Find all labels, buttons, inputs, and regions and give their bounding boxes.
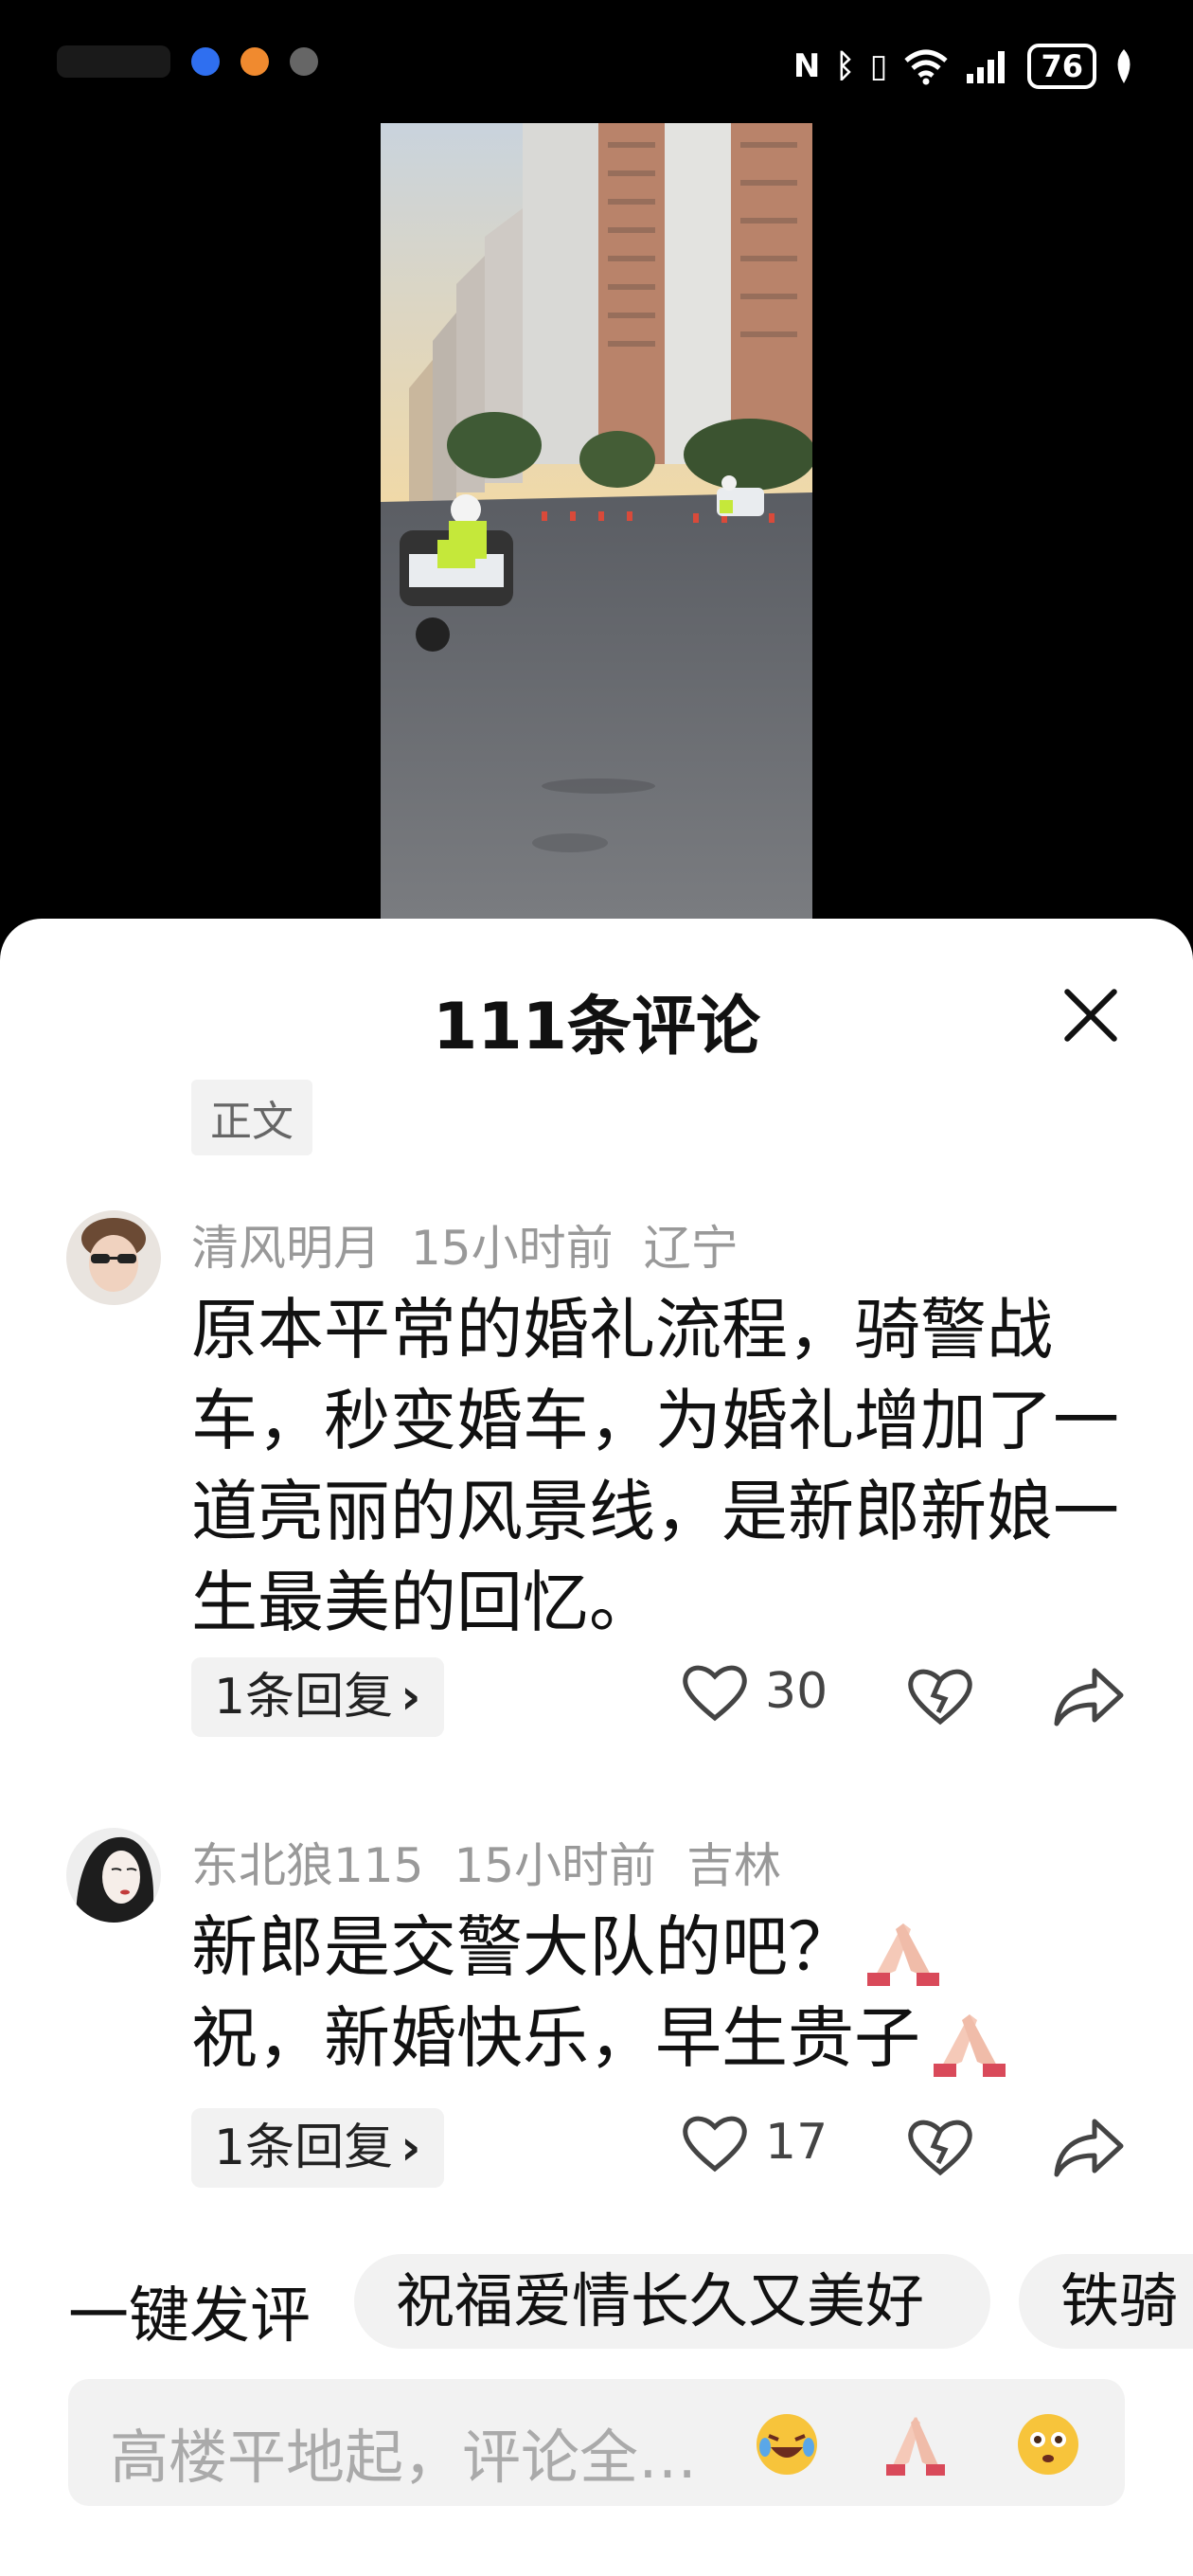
quick-reply-chip[interactable]: 铁骑 xyxy=(1019,2254,1193,2349)
like-button[interactable]: 17 xyxy=(682,2112,828,2173)
comment-time: 15小时前 xyxy=(411,1221,614,1276)
view-replies-button[interactable]: 1条回复 › xyxy=(191,2108,444,2188)
view-replies-button[interactable]: 1条回复 › xyxy=(191,1657,444,1737)
vibrate-icon: ▯ xyxy=(869,47,888,85)
comment-count-title: 111条评论 xyxy=(433,990,760,1064)
app-notification-icon xyxy=(191,47,220,76)
share-button[interactable] xyxy=(1053,1663,1125,1729)
blurred-app-icons xyxy=(57,45,170,78)
share-icon xyxy=(1054,1668,1124,1726)
comment-location: 辽宁 xyxy=(643,1221,739,1276)
dislike-button[interactable] xyxy=(907,2114,973,2180)
main-text-tag[interactable]: 正文 xyxy=(191,1080,312,1155)
signal-icon xyxy=(967,51,1006,83)
comment-text-line: 新郎是交警大队的吧？ xyxy=(191,1902,1138,1993)
comment-username[interactable]: 东北狼115 xyxy=(191,1838,423,1893)
praying-hands-icon[interactable] xyxy=(881,2409,951,2479)
app-notification-icon xyxy=(290,47,318,76)
comment-location: 吉林 xyxy=(686,1838,782,1893)
broken-heart-icon xyxy=(908,1669,972,1726)
laughing-emoji-icon[interactable] xyxy=(752,2409,822,2479)
status-bar: N ᛒ ▯ 76 xyxy=(0,0,1193,123)
comment-meta: 清风明月 15小时前 辽宁 xyxy=(191,1210,769,1279)
like-count: 17 xyxy=(765,2114,828,2171)
leaf-icon xyxy=(1117,49,1131,83)
replies-count: 1条回复 xyxy=(214,2120,394,2176)
avatar[interactable] xyxy=(66,1210,161,1305)
share-button[interactable] xyxy=(1053,2114,1125,2180)
surprised-emoji-icon[interactable] xyxy=(1013,2409,1083,2479)
dislike-button[interactable] xyxy=(907,1663,973,1729)
quick-reply-chip[interactable]: 祝福爱情长久又美好 xyxy=(354,2254,990,2349)
praying-hands-icon xyxy=(867,1923,939,1986)
comment-username[interactable]: 清风明月 xyxy=(191,1221,381,1276)
replies-count: 1条回复 xyxy=(214,1669,394,1726)
video-frame-image xyxy=(381,123,812,919)
like-count: 30 xyxy=(765,1663,828,1720)
quick-reply-row: 一键发评 祝福爱情长久又美好 铁骑 xyxy=(0,2254,1193,2352)
comment-text-line: 祝，新婚快乐，早生贵子 xyxy=(191,1993,1138,2084)
comment-input-placeholder: 高楼平地起，评论全… xyxy=(110,2423,698,2492)
like-button[interactable]: 30 xyxy=(682,1661,828,1722)
close-icon[interactable] xyxy=(1057,981,1125,1049)
praying-hands-icon xyxy=(934,2013,1006,2077)
comment-time: 15小时前 xyxy=(454,1838,657,1893)
chevron-right-icon: › xyxy=(401,2120,421,2176)
app-notification-icon xyxy=(240,47,269,76)
heart-icon xyxy=(683,2116,747,2173)
comment-text: 原本平常的婚礼流程，骑警战车，秒变婚车，为婚礼增加了一道亮丽的风景线，是新郎新娘… xyxy=(191,1291,1119,1641)
comment-input[interactable]: 高楼平地起，评论全… xyxy=(68,2379,1125,2506)
system-icons: N ᛒ ▯ 76 xyxy=(793,44,1136,89)
nfc-icon: N xyxy=(792,47,821,85)
avatar[interactable] xyxy=(66,1828,161,1923)
share-icon xyxy=(1054,2119,1124,2177)
quick-reply-label: 一键发评 xyxy=(68,2281,311,2352)
heart-icon xyxy=(683,1665,747,1722)
battery-icon: 76 xyxy=(1027,44,1096,89)
bluetooth-icon: ᛒ xyxy=(835,47,855,85)
comment-text: 新郎是交警大队的吧？ 祝，新婚快乐，早生贵子 xyxy=(191,1902,1138,2084)
chevron-right-icon: › xyxy=(401,1669,421,1726)
broken-heart-icon xyxy=(908,2120,972,2176)
wifi-icon xyxy=(904,49,949,85)
video-player[interactable] xyxy=(381,123,812,919)
comment-meta: 东北狼115 15小时前 吉林 xyxy=(191,1828,811,1896)
notification-icons xyxy=(57,38,318,85)
